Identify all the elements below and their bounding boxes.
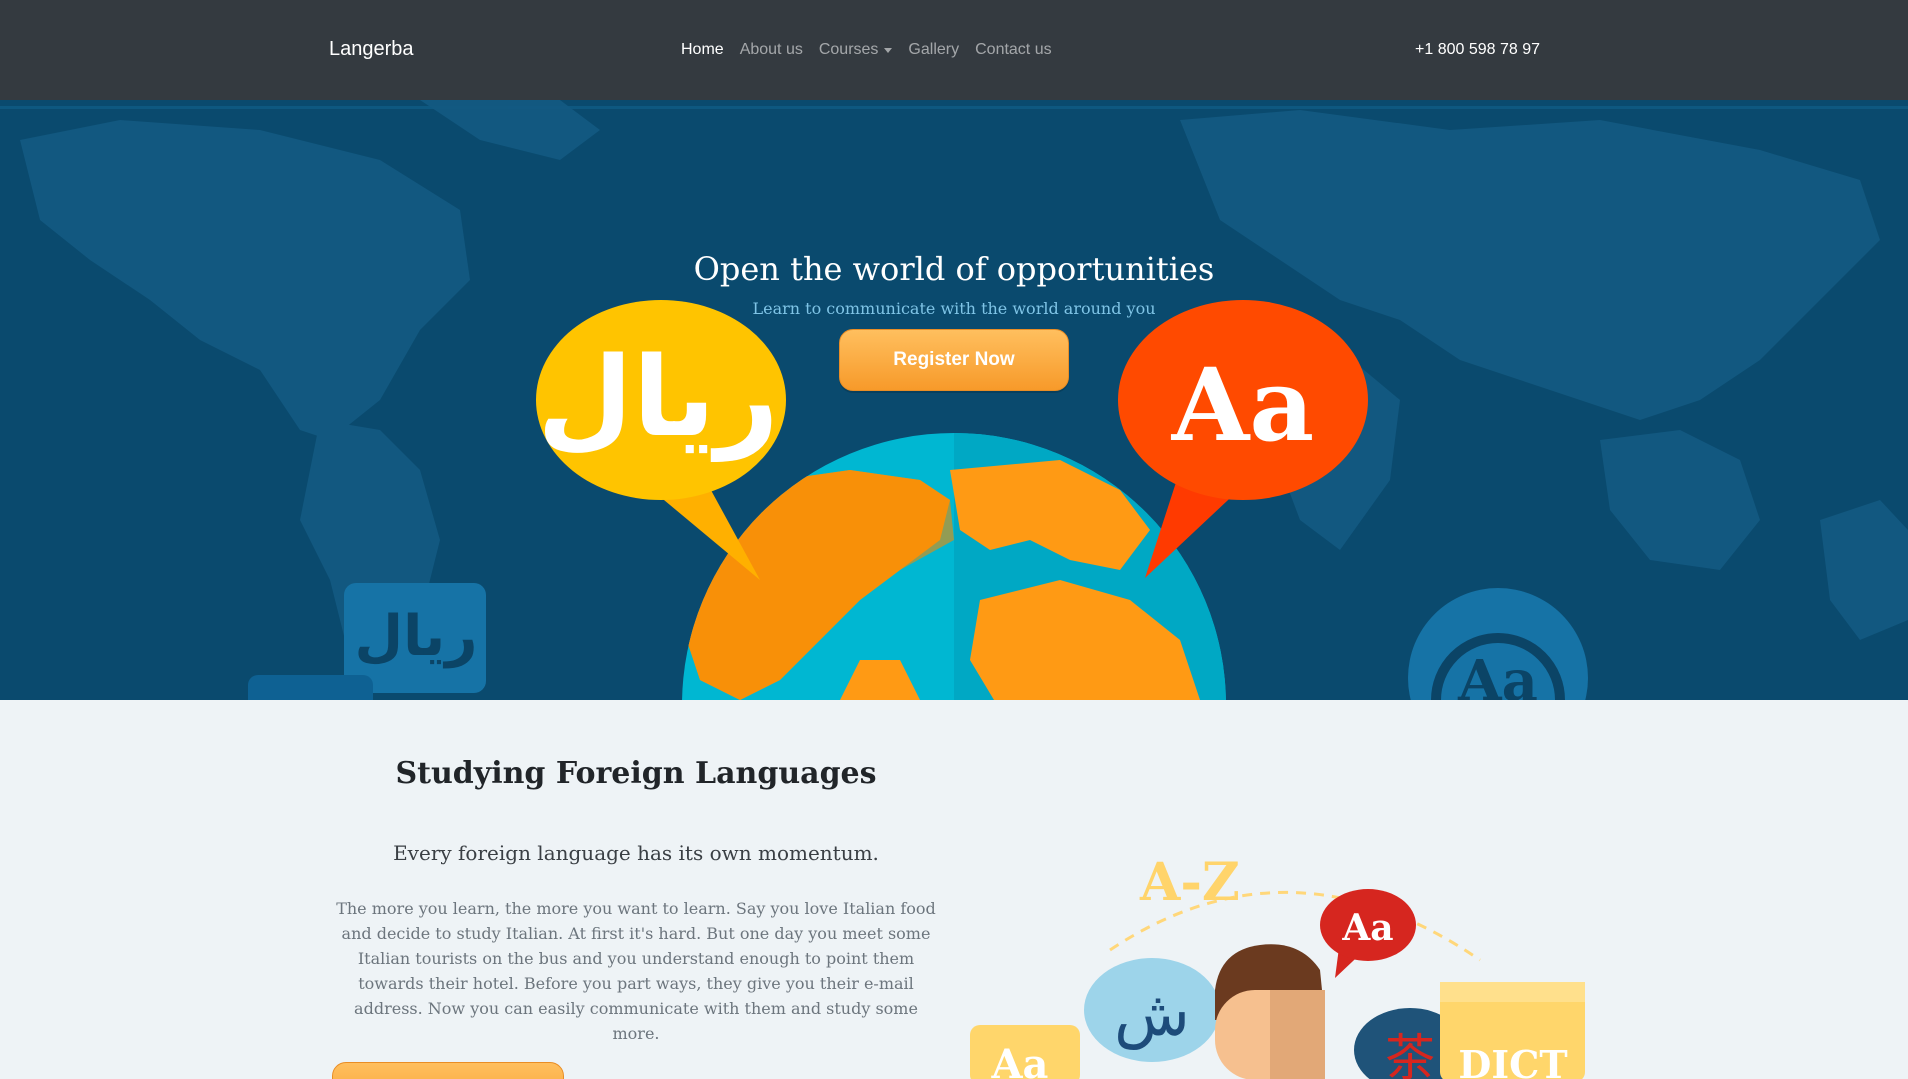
hero-banner: ريال Aa ريال Aa Open the world of opport… xyxy=(0,100,1908,700)
hero-title: Open the world of opportunities xyxy=(693,250,1215,288)
az-icon: A-Z xyxy=(1139,852,1240,913)
nav-item-about[interactable]: About us xyxy=(740,41,803,59)
dict-text: DICT xyxy=(1458,1042,1567,1079)
speech-bubble-aa-icon: Aa xyxy=(1320,889,1416,978)
chinese-bubble-text: 茶 xyxy=(1385,1029,1435,1079)
small-dictionary-icon: ريال xyxy=(248,583,486,700)
section-lead: Every foreign language has its own momen… xyxy=(393,841,879,865)
learn-more-button[interactable] xyxy=(332,1062,564,1079)
translate-cycle-icon: Aa xyxy=(1408,588,1588,700)
aa-bubble-text: Aa xyxy=(1341,907,1393,949)
navbar: Langerba Home About us Courses Gallery C… xyxy=(0,0,1908,100)
aa-card-icon: Aa xyxy=(970,1025,1080,1079)
register-now-button[interactable]: Register Now xyxy=(839,329,1069,391)
brand-logo[interactable]: Langerba xyxy=(329,38,414,61)
nav-item-home[interactable]: Home xyxy=(681,41,724,59)
main-nav: Home About us Courses Gallery Contact us xyxy=(681,41,1068,59)
hero-top-line xyxy=(0,106,1908,109)
person-avatar-icon xyxy=(1215,944,1325,1079)
languages-illustration: A-Z Aa ش 茶 DICT Aa xyxy=(970,852,1585,1079)
section-title: Studying Foreign Languages xyxy=(395,756,877,791)
nav-item-gallery[interactable]: Gallery xyxy=(908,41,959,59)
hero-subtitle: Learn to communicate with the world arou… xyxy=(752,299,1156,318)
section-body-text: The more you learn, the more you want to… xyxy=(336,899,936,1043)
bubble-left-text: ريال xyxy=(537,333,778,462)
nav-item-courses-label: Courses xyxy=(818,41,879,58)
phone-number[interactable]: +1 800 598 78 97 xyxy=(1415,41,1540,59)
nav-item-contact[interactable]: Contact us xyxy=(975,41,1051,59)
hero-illustration: ريال Aa ريال Aa xyxy=(0,100,1908,700)
aa-card-text: Aa xyxy=(991,1041,1049,1079)
small-right-icon-text: Aa xyxy=(1457,648,1538,700)
dictionary-book-icon: DICT xyxy=(1440,982,1585,1079)
small-left-icon-text: ريال xyxy=(355,604,478,669)
bubble-right-text: Aa xyxy=(1171,346,1314,464)
speech-bubble-arabic-small-icon: ش xyxy=(1084,958,1220,1062)
chevron-down-icon xyxy=(884,47,893,53)
arabic-bubble-text: ش xyxy=(1114,977,1190,1050)
nav-item-courses[interactable]: Courses xyxy=(819,41,893,59)
